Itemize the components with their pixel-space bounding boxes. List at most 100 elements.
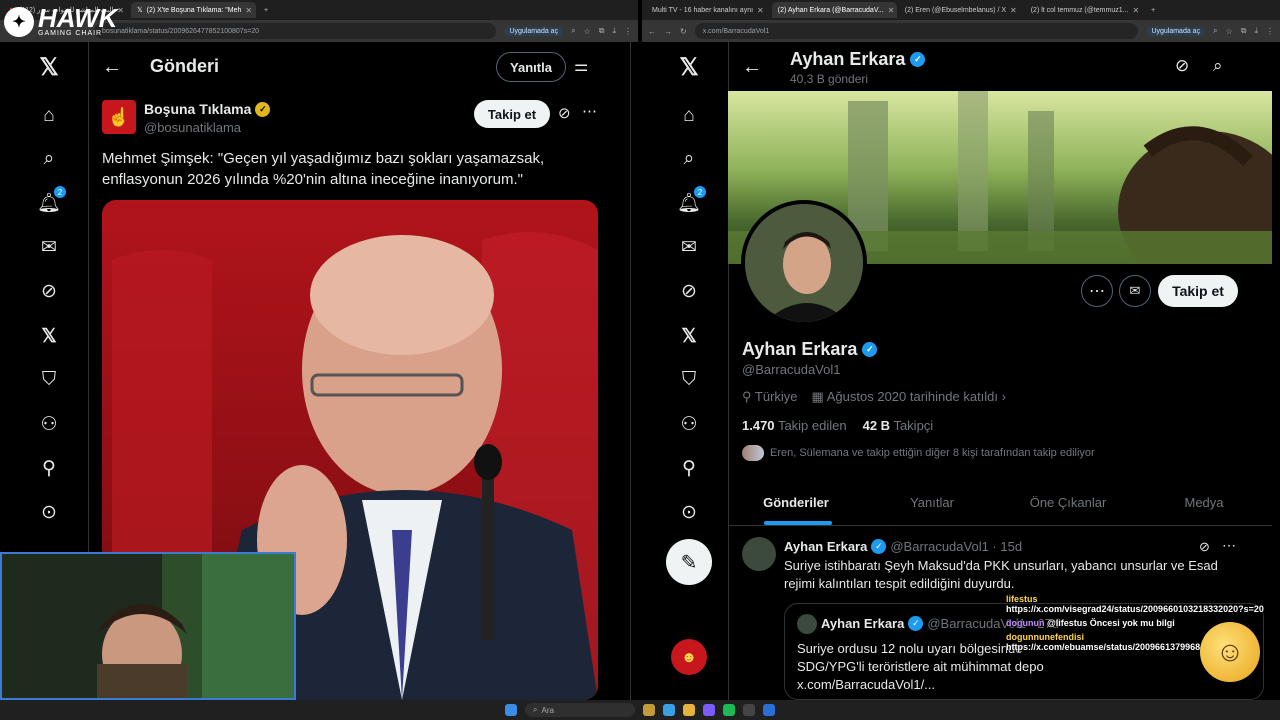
bookmarks-icon[interactable]: ⛉ [36, 367, 62, 393]
search-icon[interactable]: ⌕ [36, 146, 62, 172]
right-url-field[interactable]: x.com/BarracudaVol1 [694, 23, 1139, 39]
notifications-icon[interactable]: 🔔︎ 2 [676, 186, 706, 216]
back-arrow-icon[interactable]: ← [742, 56, 762, 79]
open-in-app-chip[interactable]: Uygulamada aç [1146, 26, 1206, 36]
obs-icon[interactable] [743, 704, 755, 716]
new-tab-icon[interactable]: + [264, 7, 268, 14]
right-tab-2[interactable]: (2) Ayhan Erkara (@BarracudaV... ✕ [771, 2, 897, 18]
grok-icon[interactable]: ⊘ [676, 278, 702, 304]
x-logo-icon[interactable]: 𝕏 [36, 54, 62, 81]
close-icon[interactable]: ✕ [888, 6, 895, 15]
profile-avatar[interactable] [741, 200, 867, 326]
follow-button[interactable]: Takip et [1158, 275, 1238, 307]
steam-icon[interactable] [763, 704, 775, 716]
forward-nav-icon[interactable]: → [664, 27, 672, 36]
open-in-app-chip[interactable]: Uygulamada aç [504, 26, 564, 36]
author-name-row[interactable]: Boşuna Tıklama ✓ [144, 101, 271, 117]
download-icon[interactable]: ⤓ [1254, 26, 1258, 36]
tab-highlights[interactable]: Öne Çıkanlar [1000, 480, 1136, 525]
messages-icon[interactable]: ✉ [36, 234, 62, 260]
tweet-author-name[interactable]: Ayhan Erkara [784, 539, 867, 554]
grok-icon[interactable]: ⊘ [558, 104, 571, 122]
close-icon[interactable]: ✕ [245, 6, 252, 15]
back-arrow-icon[interactable]: ← [102, 56, 122, 79]
search-icon[interactable]: ⌕ [676, 146, 702, 172]
following-stat[interactable]: 1.470 Takip edilen [742, 418, 847, 433]
right-tab-3[interactable]: (2) Eren (@Ebuselmbelanus) / X ✕ [899, 2, 1023, 18]
profile-icon[interactable]: ⚲ [676, 455, 702, 481]
close-icon[interactable]: ✕ [757, 6, 764, 15]
communities-icon[interactable]: ⚇ [36, 411, 62, 437]
reload-icon[interactable]: ↻ [680, 27, 687, 36]
edge-icon[interactable] [663, 704, 675, 716]
tweet-handle[interactable]: @BarracudaVol1 · 15d [890, 539, 1022, 554]
notifications-icon[interactable]: 🔔︎ 2 [36, 186, 66, 216]
x-logo-icon[interactable]: 𝕏 [676, 54, 702, 81]
zoom-icon[interactable]: ⌕ [571, 26, 575, 36]
more-icon[interactable]: ⊙ [676, 499, 702, 525]
extensions-icon[interactable]: ⧉ [599, 26, 605, 36]
chrome-icon[interactable] [683, 704, 695, 716]
message-button[interactable]: ✉ [1119, 275, 1151, 307]
mail-icon: ✉ [1129, 283, 1141, 298]
close-icon[interactable]: ✕ [1132, 6, 1139, 15]
followed-by-row[interactable]: Eren, Sülemana ve takip ettiğin diğer 8 … [742, 445, 1095, 461]
premium-x-icon[interactable]: 𝕏 [676, 323, 702, 349]
author-avatar[interactable]: ☝ [102, 100, 136, 134]
compose-post-button[interactable]: ✎ [666, 539, 712, 585]
tweet-avatar[interactable] [742, 537, 776, 571]
bookmarks-icon[interactable]: ⛉ [676, 367, 702, 393]
extensions-icon[interactable]: ⧉ [1241, 26, 1247, 36]
premium-x-icon[interactable]: 𝕏 [36, 323, 62, 349]
author-handle[interactable]: @bosunatiklama [144, 120, 241, 135]
close-icon[interactable]: ✕ [117, 6, 124, 15]
chat-username: lifestus [1006, 594, 1038, 604]
tab-media[interactable]: Medya [1136, 480, 1272, 525]
search-icon[interactable]: ⌕ [1213, 56, 1223, 76]
zoom-icon[interactable]: ⌕ [1213, 26, 1217, 36]
grok-icon[interactable]: ⊘ [1175, 56, 1189, 76]
tab-replies[interactable]: Yanıtlar [864, 480, 1000, 525]
webcam-scene-illustration [2, 554, 294, 698]
right-sidebar-nav: 𝕏 ⌂ ⌕ 🔔︎ 2 ✉ ⊘ 𝕏 ⛉ ⚇ ⚲ ⊙ ✎ ☻ [642, 42, 739, 700]
messages-icon[interactable]: ✉ [676, 234, 702, 260]
left-url-field[interactable]: bosunatiklama/status/2009626477852100807… [94, 23, 497, 39]
left-tab-2[interactable]: 𝕏 (2) X'te Boşuna Tıklama: "Meh ✕ [131, 2, 256, 18]
menu-icon[interactable]: ⋮ [1266, 27, 1274, 36]
filter-icon[interactable]: ⚌ [574, 56, 588, 76]
search-icon: ⌕ [533, 705, 538, 714]
bookmark-star-icon[interactable]: ☆ [1226, 27, 1233, 36]
reply-button[interactable]: Yanıtla [496, 52, 566, 82]
more-options-icon[interactable]: ⋯ [582, 102, 597, 120]
tab-posts[interactable]: Gönderiler [728, 480, 864, 525]
right-tab-4[interactable]: (2) lt col temmuz (@temmuz1... ✕ [1025, 2, 1145, 18]
right-tab-1[interactable]: Multi TV - 16 haber kanalını aynı ✕ [646, 2, 770, 18]
windows-start-icon[interactable] [505, 704, 517, 716]
back-nav-icon[interactable]: ← [648, 27, 656, 36]
download-icon[interactable]: ⤓ [612, 26, 616, 36]
home-icon[interactable]: ⌂ [36, 103, 62, 129]
more-options-button[interactable]: ⋯ [1081, 275, 1113, 307]
taskbar-search[interactable]: ⌕ Ara [525, 703, 635, 717]
account-avatar[interactable]: ☻ [671, 639, 707, 675]
menu-icon[interactable]: ⋮ [624, 27, 632, 36]
x-logo-icon: 𝕏 [137, 7, 143, 14]
home-icon[interactable]: ⌂ [676, 103, 702, 129]
more-options-icon[interactable]: ⋯ [1222, 537, 1236, 554]
author-name[interactable]: Boşuna Tıklama [144, 101, 251, 117]
follow-stats: 1.470 Takip edilen 42 B Takipçi [742, 418, 933, 433]
file-explorer-icon[interactable] [643, 704, 655, 716]
profile-icon[interactable]: ⚲ [36, 455, 62, 481]
more-icon[interactable]: ⊙ [36, 499, 62, 525]
new-tab-icon[interactable]: + [1151, 7, 1155, 14]
close-icon[interactable]: ✕ [1010, 6, 1017, 15]
bookmark-star-icon[interactable]: ☆ [584, 27, 591, 36]
grok-icon[interactable]: ⊘ [36, 278, 62, 304]
discord-icon[interactable] [703, 704, 715, 716]
communities-icon[interactable]: ⚇ [676, 411, 702, 437]
spotify-icon[interactable] [723, 704, 735, 716]
streamer-webcam [0, 552, 296, 700]
followers-stat[interactable]: 42 B Takipçi [863, 418, 934, 433]
follow-button[interactable]: Takip et [474, 100, 550, 128]
grok-icon[interactable]: ⊘ [1199, 539, 1210, 555]
